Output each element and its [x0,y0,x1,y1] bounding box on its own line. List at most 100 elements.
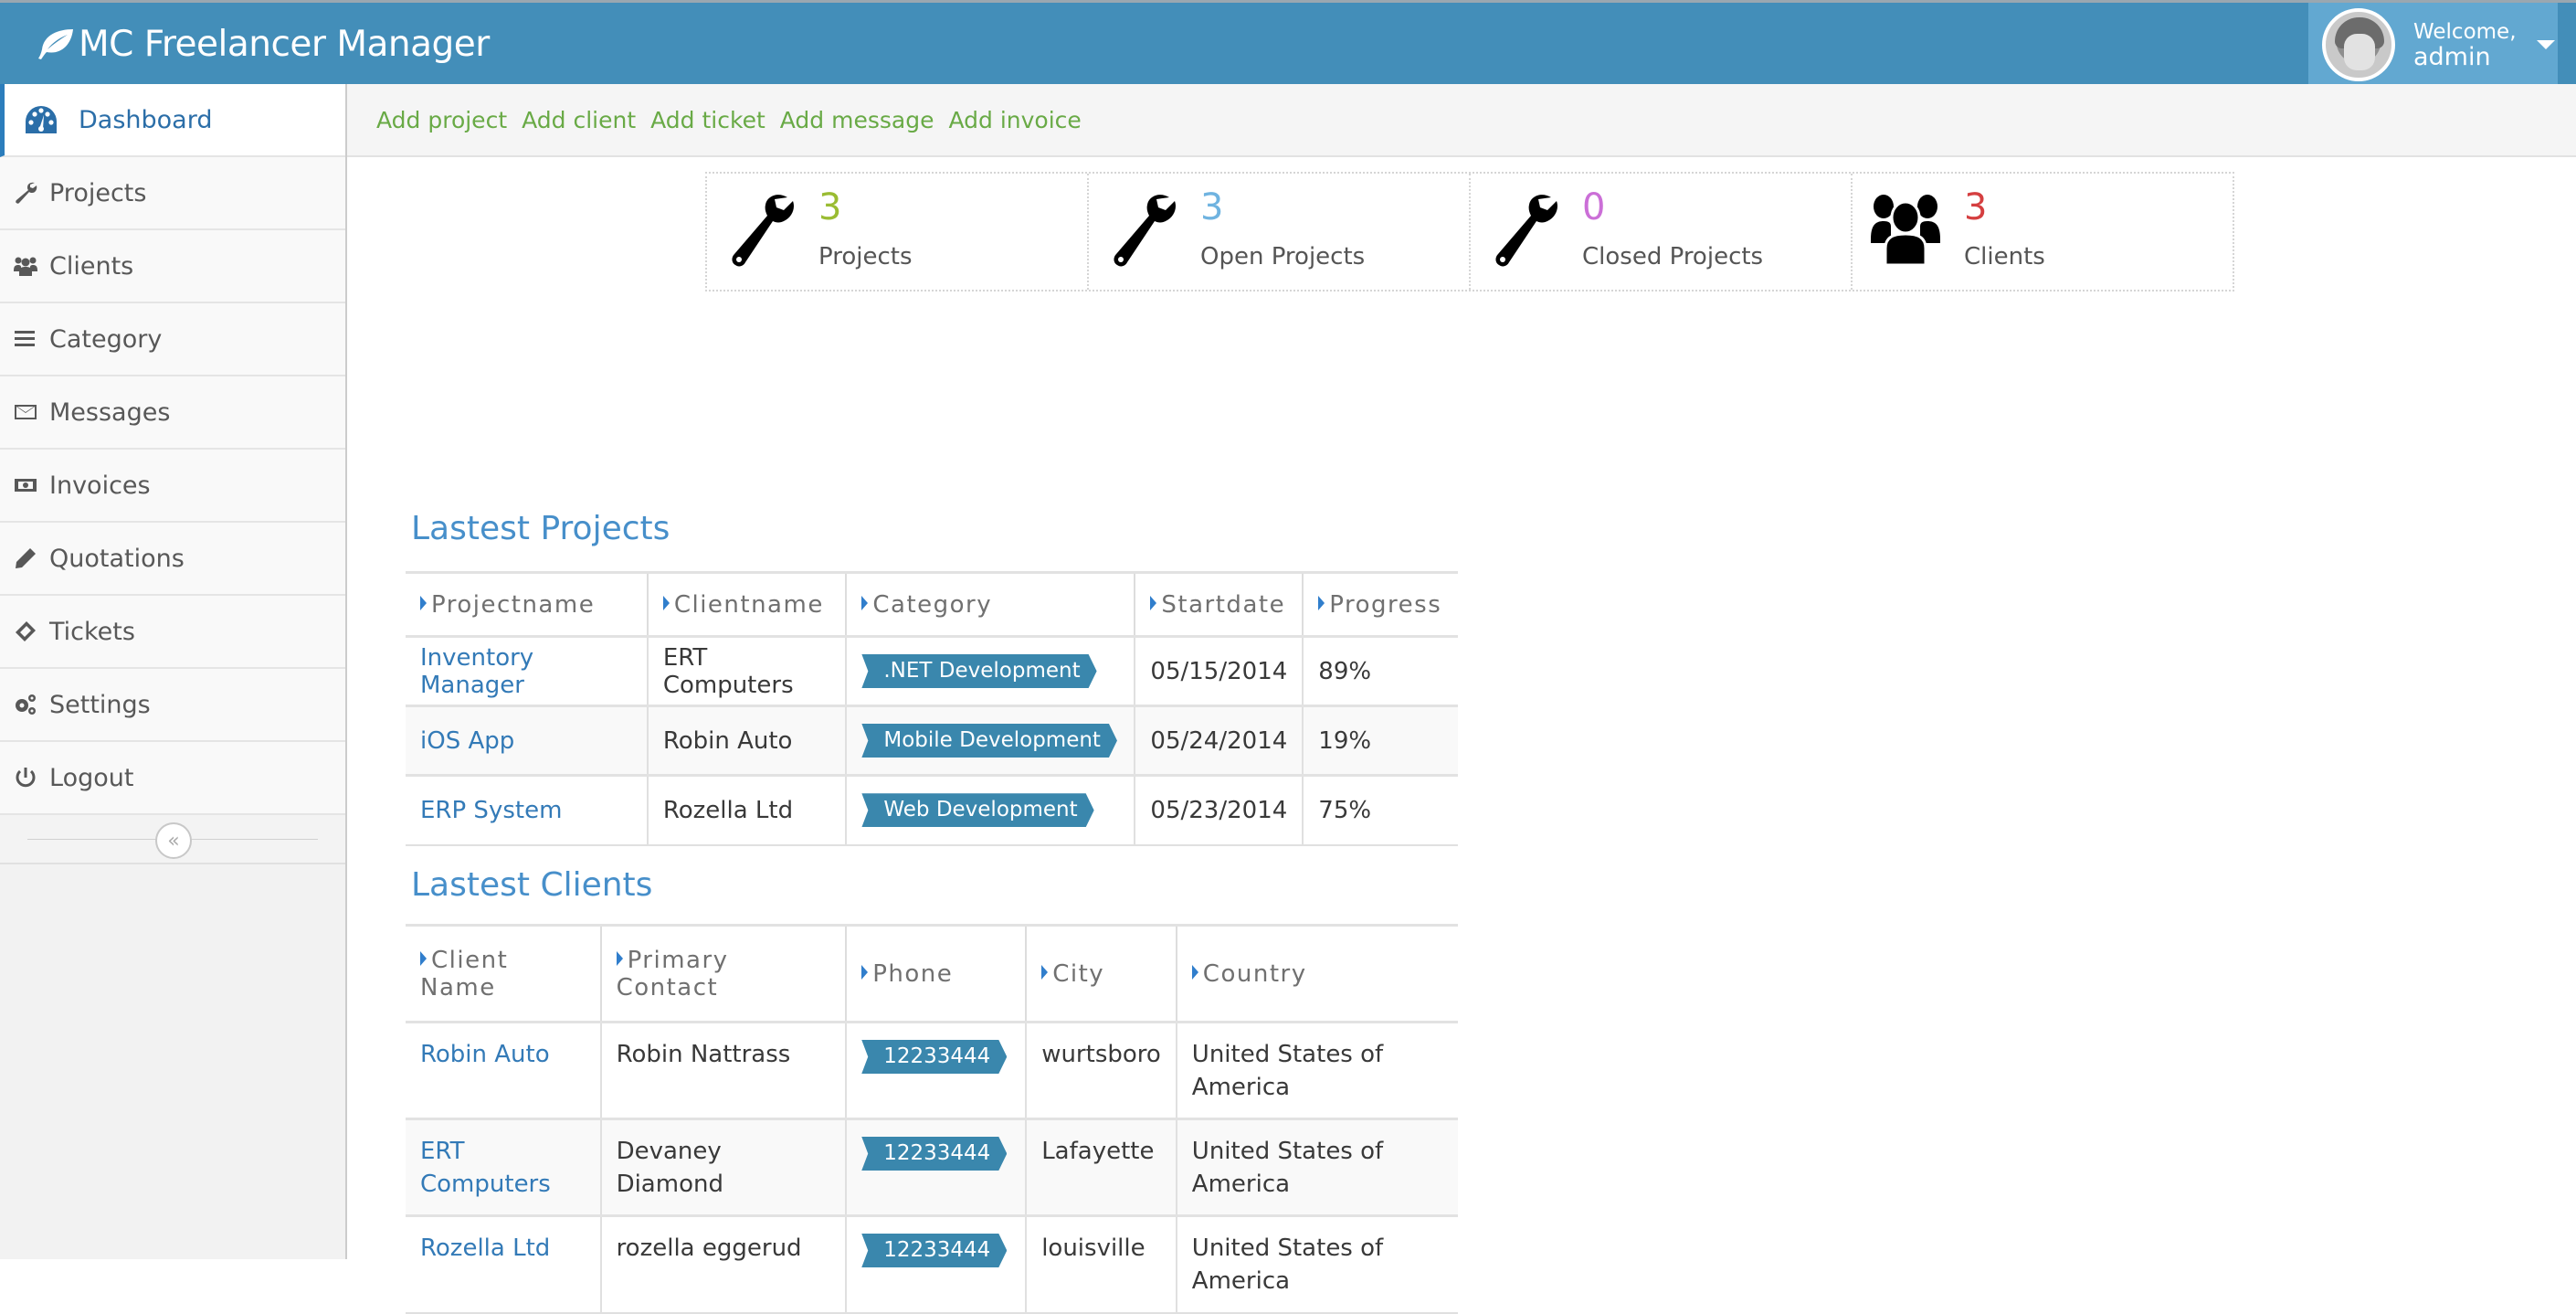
brand-title: MC Freelancer Manager [79,23,490,65]
stat-label: Projects [818,243,913,270]
ticket-icon [13,619,38,644]
sidebar-item-tickets[interactable]: Tickets [0,596,345,669]
pencil-icon [13,546,38,571]
sidebar-item-label: Tickets [49,617,135,646]
add-invoice-link[interactable]: Add invoice [948,107,1081,133]
users-icon [13,253,38,279]
table-row: Rozella Ltd rozella eggerud 12233444 lou… [406,1214,1458,1314]
column-header-clientname[interactable]: Clientname [646,571,848,638]
sort-arrow-icon [1150,595,1157,610]
stat-value: 3 [1964,186,1988,228]
client-name: Rozella Ltd [646,774,848,846]
client-link[interactable]: Rozella Ltd [420,1235,550,1262]
primary-contact: Robin Nattrass [599,1021,848,1120]
column-header-client-name[interactable]: Client Name [406,924,602,1023]
column-header-city[interactable]: City [1025,924,1177,1023]
sort-arrow-icon [420,595,427,610]
phone-tag: 12233444 [861,1234,1007,1267]
table-row: iOS App Robin Auto Mobile Development 05… [406,705,1458,777]
sidebar-item-quotations[interactable]: Quotations [0,523,345,596]
client-link[interactable]: Robin Auto [420,1041,550,1068]
progress-value: 19% [1302,705,1458,777]
country: United States of America [1175,1021,1458,1120]
table-row: Robin Auto Robin Nattrass 12233444 wurts… [406,1021,1458,1120]
latest-clients-table: Client Name Primary Contact Phone City C… [406,924,1458,1314]
table-header-row: Projectname Clientname Category Startdat… [406,571,1458,638]
cogs-icon [13,692,38,717]
sort-arrow-icon [861,595,869,610]
add-ticket-link[interactable]: Add ticket [650,107,765,133]
table-row: ERP System Rozella Ltd Web Development 0… [406,774,1458,846]
column-header-primary-contact[interactable]: Primary Contact [599,924,848,1023]
stat-label: Closed Projects [1582,243,1764,270]
sort-arrow-icon [420,950,427,966]
quick-actions: Add project Add client Add ticket Add me… [347,84,2576,157]
sidebar-item-label: Clients [49,251,134,281]
sidebar-item-label: Projects [49,178,147,207]
column-header-startdate[interactable]: Startdate [1134,571,1304,638]
sort-arrow-icon [616,950,623,966]
column-header-country[interactable]: Country [1175,924,1458,1023]
project-link[interactable]: iOS App [420,727,514,755]
list-icon [13,326,38,352]
column-header-phone[interactable]: Phone [845,924,1028,1023]
add-project-link[interactable]: Add project [376,107,507,133]
sidebar-item-settings[interactable]: Settings [0,669,345,742]
brand[interactable]: MC Freelancer Manager [37,21,490,67]
sidebar-item-label: Invoices [49,471,151,500]
city: Lafayette [1025,1118,1177,1217]
sidebar-item-label: Quotations [49,544,185,573]
stat-value: 3 [818,186,842,228]
sidebar-item-projects[interactable]: Projects [0,157,345,230]
add-client-link[interactable]: Add client [522,107,636,133]
stat-open-projects: 3 Open Projects [1089,174,1471,290]
wrench-icon [1114,195,1176,267]
money-icon [13,472,38,498]
table-row: Inventory Manager ERT Computers .NET Dev… [406,635,1458,707]
stat-projects: 3 Projects [707,174,1089,290]
leaf-icon [38,29,73,59]
primary-contact: rozella eggerud [599,1214,848,1314]
column-header-progress[interactable]: Progress [1302,571,1458,638]
latest-clients-title: Lastest Clients [411,866,653,904]
sidebar-item-label: Messages [49,397,171,427]
column-header-category[interactable]: Category [845,571,1136,638]
latest-projects-table: Projectname Clientname Category Startdat… [406,571,1458,846]
category-tag: .NET Development [861,654,1096,688]
top-navbar: MC Freelancer Manager Welcome, admin [0,0,2576,87]
client-link[interactable]: ERT Computers [420,1138,551,1198]
sort-arrow-icon [1041,964,1049,980]
table-row: ERT Computers Devaney Diamond 12233444 L… [406,1118,1458,1217]
primary-contact: Devaney Diamond [599,1118,848,1217]
sidebar-item-label: Category [49,324,163,354]
sidebar: Dashboard Projects Clients Category Mess… [0,84,347,1259]
sidebar-item-dashboard[interactable]: Dashboard [0,84,345,157]
wrench-icon [1495,195,1557,267]
add-message-link[interactable]: Add message [780,107,934,133]
sidebar-item-clients[interactable]: Clients [0,230,345,303]
sidebar-item-invoices[interactable]: Invoices [0,450,345,523]
phone-tag: 12233444 [861,1137,1007,1171]
user-menu[interactable]: Welcome, admin [2308,3,2558,87]
users-icon [1871,195,1940,267]
sort-arrow-icon [861,964,869,980]
phone-tag: 12233444 [861,1040,1007,1074]
envelope-icon [13,399,38,425]
caret-down-icon [2536,40,2555,49]
city: wurtsboro [1025,1021,1177,1120]
category-tag: Mobile Development [861,724,1117,758]
column-header-projectname[interactable]: Projectname [406,571,649,638]
start-date: 05/24/2014 [1134,705,1304,777]
city: louisville [1025,1214,1177,1314]
collapse-sidebar-button[interactable]: « [155,822,192,859]
country: United States of America [1175,1118,1458,1217]
sidebar-item-category[interactable]: Category [0,303,345,376]
category-tag: Web Development [861,793,1093,827]
project-link[interactable]: Inventory Manager [420,644,533,699]
project-link[interactable]: ERP System [420,797,562,824]
sidebar-item-messages[interactable]: Messages [0,376,345,450]
sidebar-item-logout[interactable]: Logout [0,742,345,815]
latest-projects-title: Lastest Projects [411,510,670,547]
client-name: ERT Computers [646,635,848,707]
stats-panel: 3 Projects 3 Open Projects 0 Closed Proj… [705,172,2234,291]
